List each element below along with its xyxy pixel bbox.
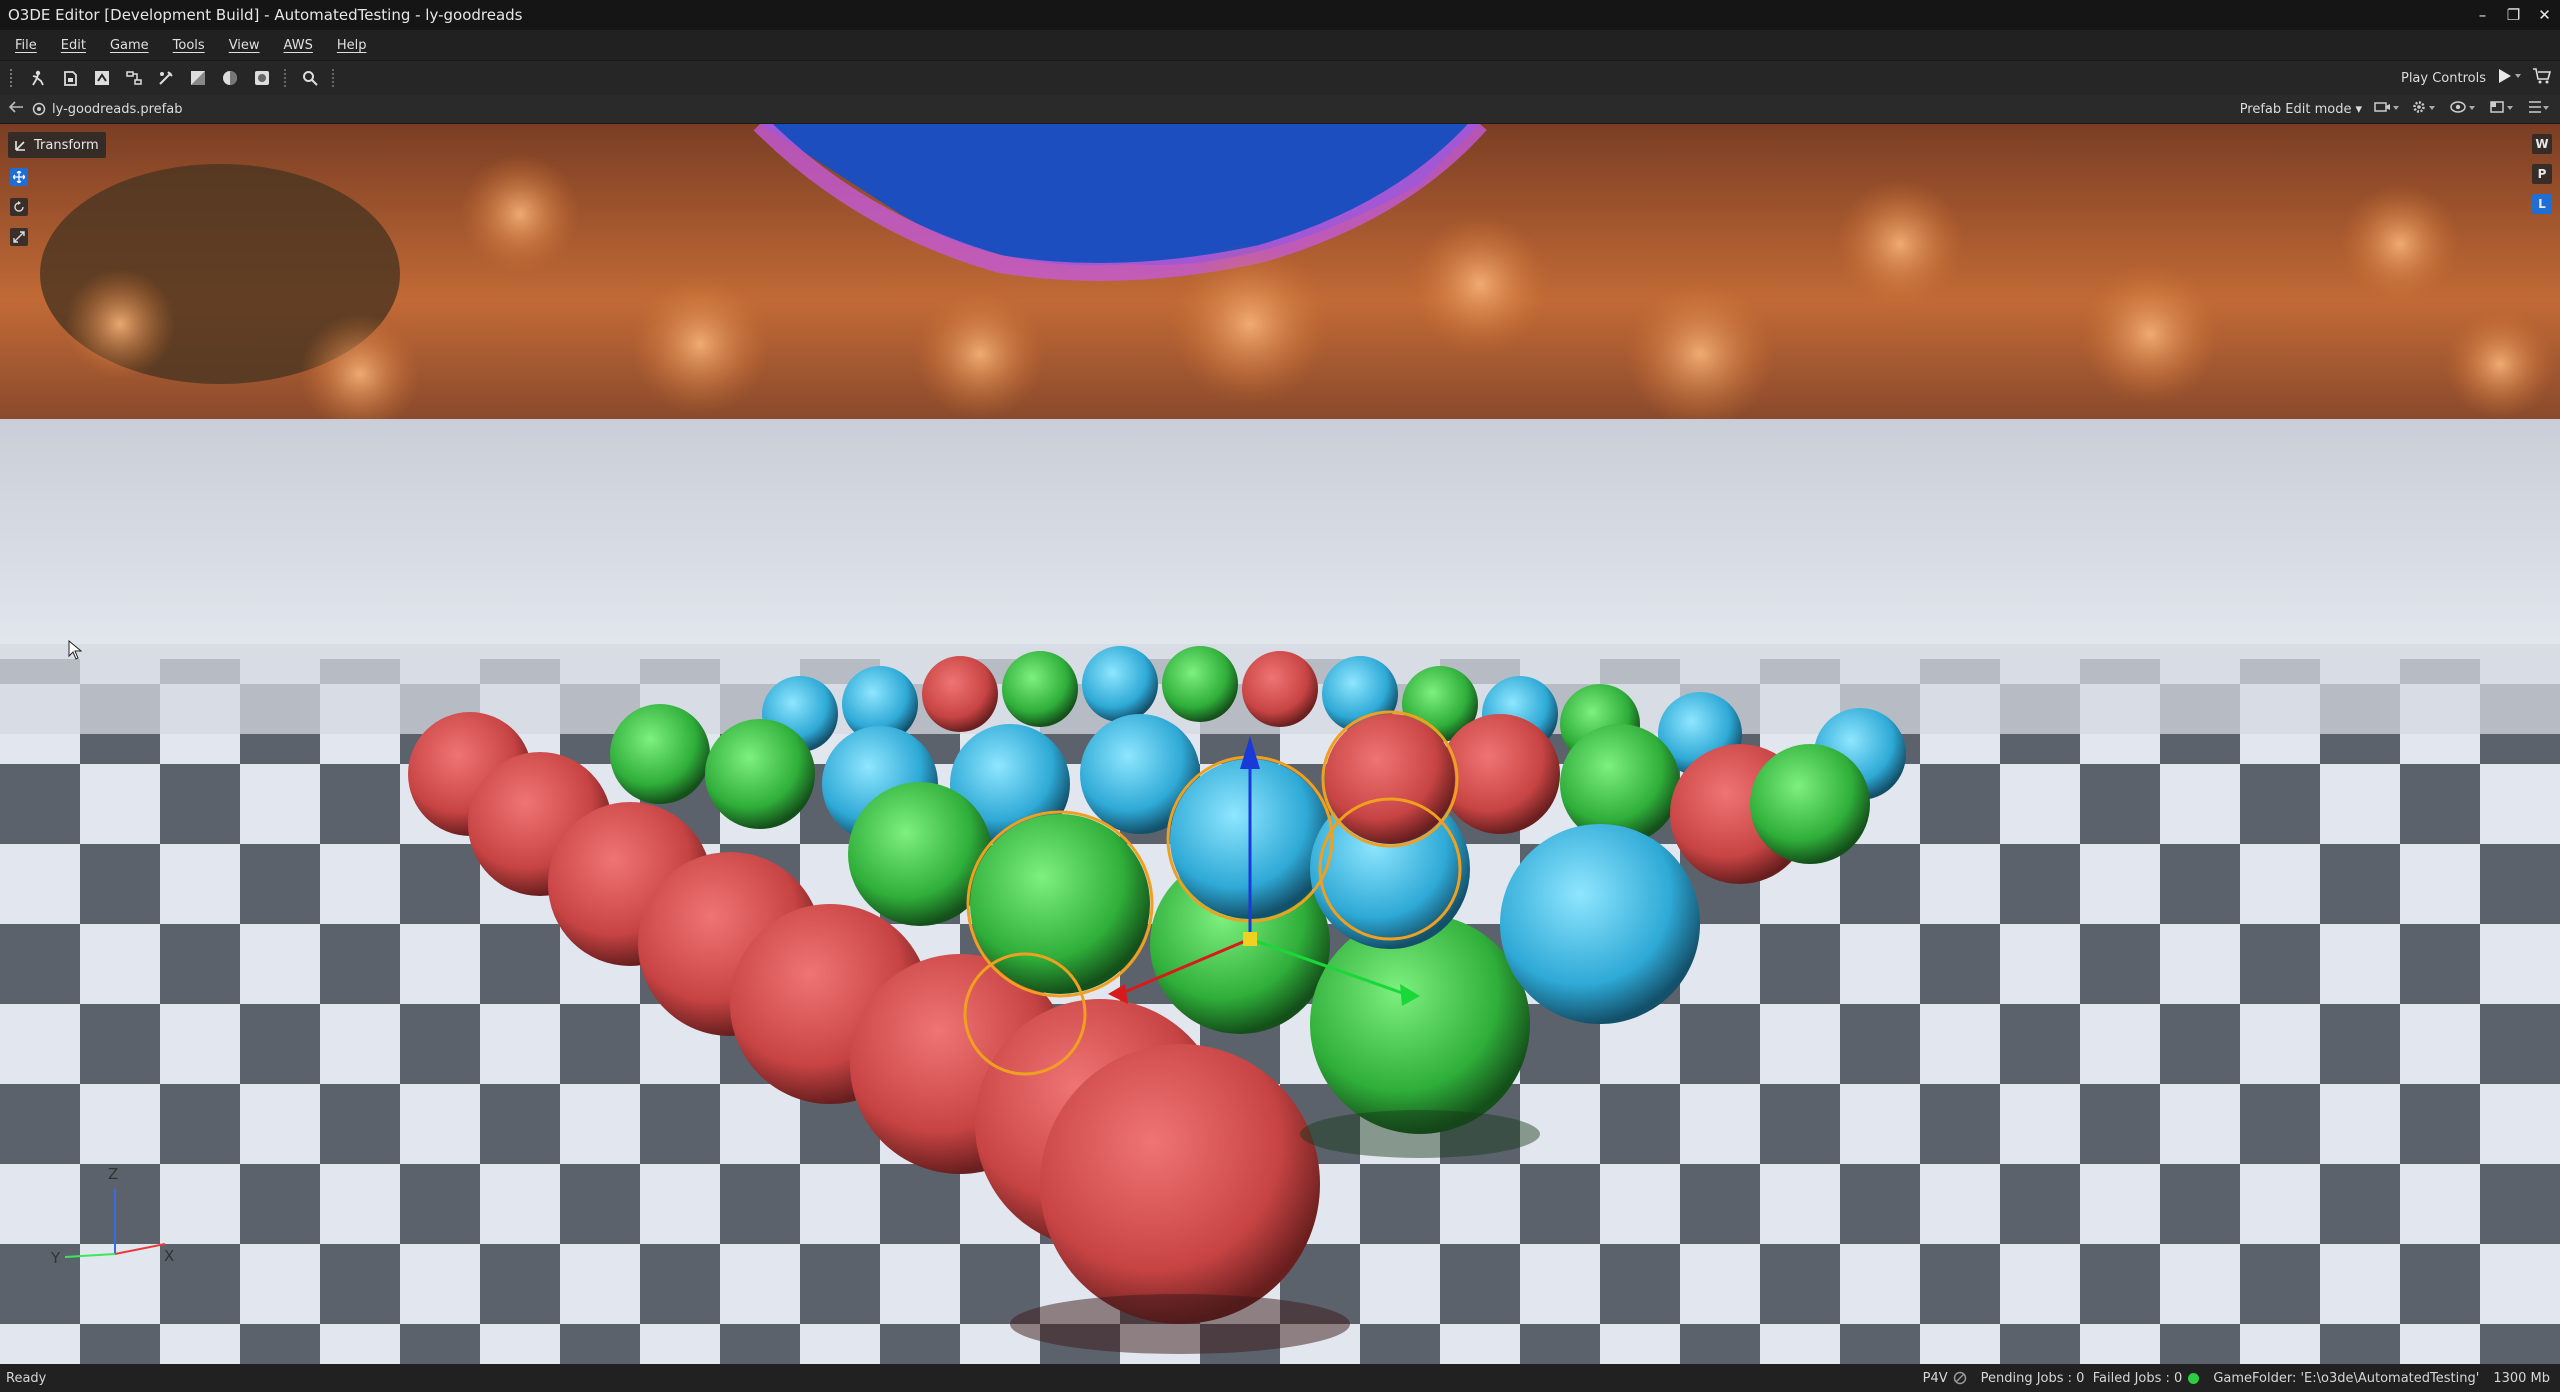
breadcrumb: ly-goodreads.prefab Prefab Edit mode ▾ (0, 95, 2560, 123)
prefab-icon (32, 102, 46, 116)
menu-bar: File Edit Game Tools View AWS Help (0, 30, 2560, 60)
menu-edit[interactable]: Edit (46, 38, 95, 53)
play-controls: Play Controls (2401, 61, 2552, 95)
menu-aws[interactable]: AWS (269, 38, 322, 53)
restore-button[interactable]: ❐ (2498, 0, 2529, 30)
cart-icon[interactable] (2532, 67, 2552, 89)
gear-icon[interactable] (2412, 100, 2438, 118)
move-icon (13, 171, 25, 183)
transform-icon (15, 141, 25, 151)
transform-panel[interactable]: Transform (8, 132, 106, 158)
jobs-label: Pending Jobs : 0 Failed Jobs : 0 (1980, 1370, 2183, 1386)
scene-render (0, 124, 2560, 1364)
toolbar-separator (284, 69, 288, 87)
axis-gizmo: Z Y X (40, 1149, 190, 1279)
play-button[interactable] (2496, 67, 2522, 89)
game-folder-label: GameFolder: 'E:\o3de\AutomatedTesting' (2213, 1370, 2480, 1386)
memory-label: 1300 Mb (2493, 1370, 2550, 1386)
status-indicators: P4V Pending Jobs : 0 Failed Jobs : 0 Gam… (1923, 1364, 2550, 1392)
status-text: Ready (6, 1370, 47, 1386)
toolbar-separator (332, 69, 336, 87)
axis-z-label: Z (108, 1165, 119, 1183)
p4v-label: P4V (1922, 1370, 1948, 1386)
viewport[interactable]: Transform W P L Z Y X (0, 124, 2560, 1364)
material-editor-icon[interactable] (186, 66, 210, 90)
menu-tools[interactable]: Tools (158, 38, 214, 53)
axis-x-label: X (164, 1247, 175, 1265)
axis-y-label: Y (51, 1249, 61, 1267)
status-bar: Ready P4V Pending Jobs : 0 Failed Jobs :… (0, 1364, 2560, 1392)
track-view-icon[interactable] (154, 66, 178, 90)
play-controls-label: Play Controls (2400, 70, 2486, 86)
entity-outliner-icon[interactable] (26, 66, 50, 90)
menu-game[interactable]: Game (95, 38, 158, 53)
hamburger-menu-icon[interactable] (2528, 100, 2550, 118)
toolbar-grip[interactable] (10, 69, 16, 87)
prefab-mode-select[interactable]: Prefab Edit mode ▾ (2240, 102, 2362, 117)
transform-label: Transform (34, 137, 99, 153)
lighting-icon[interactable] (218, 66, 242, 90)
menu-file[interactable]: File (0, 38, 46, 53)
back-arrow-icon[interactable] (8, 100, 24, 118)
scale-icon (13, 231, 25, 243)
window-title: O3DE Editor [Development Build] - Automa… (8, 6, 523, 24)
jobs-status-dot (2188, 1372, 2200, 1384)
rotate-icon (14, 201, 24, 212)
search-icon[interactable] (298, 66, 322, 90)
main-toolbar: Play Controls (0, 60, 2560, 96)
parent-space-button[interactable]: P (2532, 164, 2552, 184)
jobs-status[interactable]: Pending Jobs : 0 Failed Jobs : 0 (1981, 1371, 2200, 1386)
p4v-status[interactable]: P4V (1923, 1371, 1967, 1386)
layout-icon[interactable] (2490, 100, 2516, 118)
scale-tool-button[interactable] (10, 228, 28, 246)
menu-help[interactable]: Help (322, 38, 376, 53)
prefab-crumb[interactable]: ly-goodreads.prefab (32, 102, 182, 117)
viewport-options: Prefab Edit mode ▾ (2240, 95, 2550, 123)
chevron-down-icon: ▾ (2355, 101, 2362, 117)
prefab-mode-label: Prefab Edit mode (2239, 101, 2352, 117)
p4v-icon (1953, 1371, 1966, 1385)
floor-far (0, 419, 2560, 659)
title-bar: O3DE Editor [Development Build] - Automa… (0, 0, 2560, 30)
local-space-button[interactable]: L (2532, 194, 2552, 214)
prefab-file-label: ly-goodreads.prefab (52, 101, 183, 117)
asset-browser-icon[interactable] (58, 66, 82, 90)
inspector-icon[interactable] (90, 66, 114, 90)
visibility-icon[interactable] (2450, 100, 2478, 118)
rotate-tool-button[interactable] (10, 198, 28, 216)
cursor-icon (68, 640, 82, 660)
window-controls: – ❐ ✕ (2467, 0, 2560, 30)
move-tool-button[interactable] (10, 168, 28, 186)
world-space-button[interactable]: W (2532, 134, 2552, 154)
terrain-icon[interactable] (250, 66, 274, 90)
camera-icon[interactable] (2374, 100, 2400, 118)
menu-view[interactable]: View (214, 38, 269, 53)
close-button[interactable]: ✕ (2529, 0, 2560, 30)
script-canvas-icon[interactable] (122, 66, 146, 90)
minimize-button[interactable]: – (2467, 0, 2498, 30)
